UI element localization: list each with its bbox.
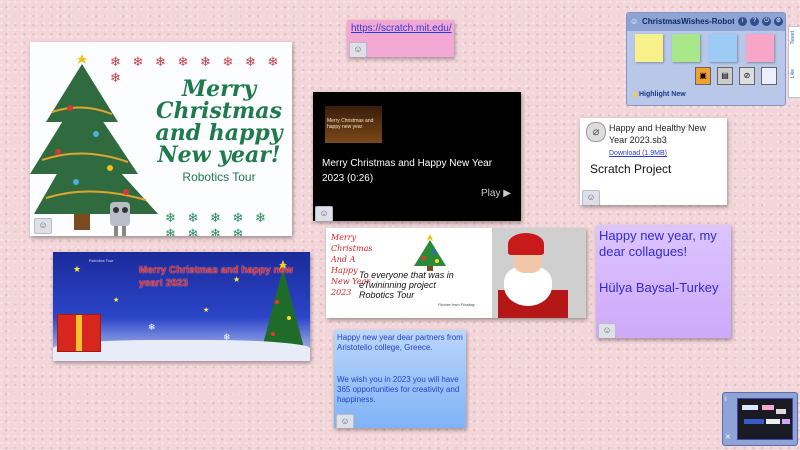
file-type-label: Scratch Project [590, 162, 672, 176]
snowflake-row: ❄ ❄ ❄ ❄ ❄ ❄ ❄ ❄ ❄ [165, 210, 270, 236]
blue-christmas-card[interactable]: ★ ★ ★ ★ ❄ ❄ Robotics Tour Merry Christma… [53, 252, 310, 361]
power-icon[interactable]: ⏻ [762, 17, 771, 26]
paperclip-icon: ⌀ [586, 122, 606, 142]
info-icon[interactable]: i [725, 396, 727, 403]
attachment-tool-icon[interactable]: ⊘ [739, 67, 755, 85]
video-title: Merry Christmas and Happy New Year 2023 … [322, 158, 493, 184]
image-credit: Picture from Pixabay [438, 302, 475, 307]
info-icon[interactable]: i [738, 17, 747, 26]
santa-photo [492, 228, 586, 318]
social-share-tabs: Tweet Like [788, 26, 800, 98]
message-signature: Hülya Baysal-Turkey [599, 280, 719, 295]
video-card[interactable]: Merry Christmas and happy new year Merry… [313, 92, 521, 221]
svg-text:★: ★ [73, 264, 81, 274]
video-tool-icon[interactable]: ▤ [717, 67, 733, 85]
card-message: To everyone that was in eTwininning proj… [359, 270, 454, 300]
board-avatar-icon: ☺ [630, 17, 639, 26]
board-minimap[interactable]: i ✕ [722, 392, 798, 446]
image-tool-icon[interactable]: ▣ [695, 67, 711, 85]
tweet-tab[interactable]: Tweet [790, 31, 796, 44]
author-avatar[interactable]: ☺ [582, 190, 600, 205]
file-attachment-card[interactable]: ⌀ Happy and Healthy New Year 2023.sb3 Do… [580, 118, 727, 205]
lavender-message-card[interactable]: Happy new year, my dear collagues! Hülya… [596, 225, 731, 338]
svg-text:★: ★ [113, 296, 119, 304]
gift-box-icon [57, 314, 101, 352]
card-greeting: Merry Christmas and happy New year! [155, 76, 283, 168]
blue-sticky-note[interactable] [709, 34, 737, 62]
author-avatar[interactable]: ☺ [336, 414, 354, 428]
christmas-tree-icon [414, 234, 446, 271]
green-sticky-note[interactable] [672, 34, 700, 62]
message-text: Happy new year, my dear collagues! [599, 228, 717, 259]
panel-header: ☺ ChristmasWishes-Robotics i ? ⏻ ⚙ [627, 13, 785, 31]
board-title: ChristmasWishes-Robotics [642, 17, 734, 26]
card-small-label: Robotics Tour [89, 258, 114, 263]
blue-message-card[interactable]: Happy new year dear partners from Aristo… [334, 330, 466, 428]
help-icon[interactable]: ? [750, 17, 759, 26]
board-tool-panel: ☺ ChristmasWishes-Robotics i ? ⏻ ⚙ ▣ ▤ ⊘… [626, 12, 786, 106]
card-subtitle: Robotics Tour [182, 170, 256, 184]
author-avatar[interactable]: ☺ [315, 206, 333, 221]
santa-greeting-card[interactable]: Merry Christmas And A Happy New Year 202… [326, 228, 586, 318]
message-text: Happy new year dear partners from Aristo… [337, 333, 463, 352]
author-avatar[interactable]: ☺ [349, 42, 367, 57]
svg-text:★: ★ [203, 306, 209, 314]
video-thumbnail[interactable]: Merry Christmas and happy new year [325, 106, 382, 143]
minimap-viewport[interactable] [737, 398, 793, 440]
like-tab[interactable]: Like [790, 69, 796, 78]
svg-text:❄: ❄ [148, 322, 156, 332]
yellow-sticky-note[interactable] [635, 34, 663, 62]
card-headline: Merry Christmas and happy new year! 2023 [139, 265, 293, 289]
scratch-link[interactable]: https://scratch.mit.edu/ [351, 23, 452, 34]
gear-icon[interactable]: ⚙ [774, 17, 783, 26]
christmas-robotics-card[interactable]: ❄ ❄ ❄ ❄ ❄ ❄ ❄ ❄ ❄ ❄ ❄ ❄ ❄ ❄ ❄ ❄ ❄ ❄ Merr… [30, 42, 292, 236]
pink-sticky-note[interactable] [746, 34, 774, 62]
blank-tool-icon[interactable] [761, 67, 777, 85]
message-text: We wish you in 2023 you will have 365 op… [337, 375, 460, 404]
author-avatar[interactable]: ☺ [34, 218, 52, 234]
play-button[interactable]: Play ▶ [481, 188, 511, 199]
file-name: Happy and Healthy New Year 2023.sb3 [609, 123, 707, 145]
author-avatar[interactable]: ☺ [598, 323, 616, 338]
close-icon[interactable]: ✕ [725, 433, 731, 441]
download-link[interactable]: Download (1.9MB) [609, 150, 667, 157]
link-card[interactable]: https://scratch.mit.edu/ ☺ [347, 20, 454, 57]
highlight-new-toggle[interactable]: Highlight New [639, 91, 686, 98]
